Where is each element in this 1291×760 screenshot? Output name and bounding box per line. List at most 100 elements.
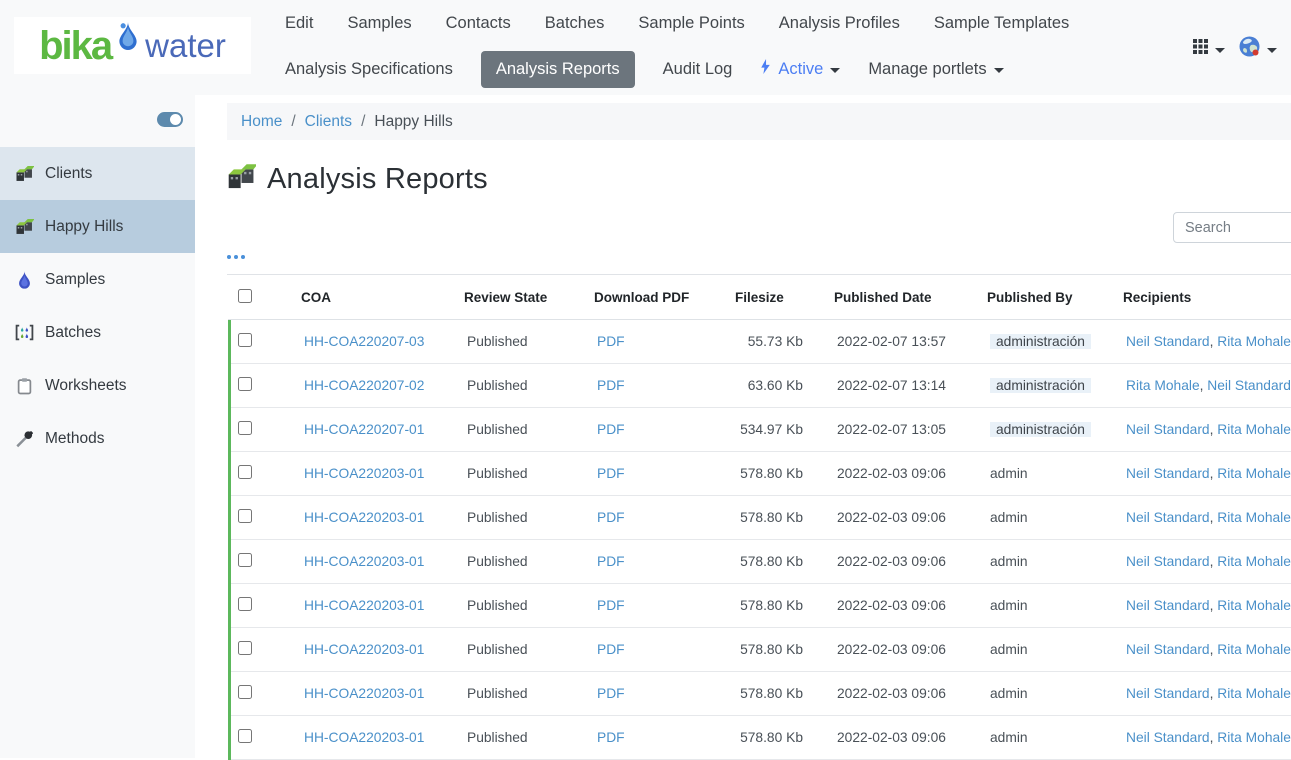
sidebar-item-label: Samples	[45, 271, 105, 289]
table-body: HH-COA220207-03 Published PDF 55.73 Kb 2022-…	[228, 320, 1291, 760]
filesize-cell: 578.80 Kb	[727, 466, 817, 481]
nav-item-analysis-reports[interactable]: Analysis Reports	[481, 51, 635, 88]
recipient-link[interactable]: Neil Standard	[1126, 334, 1210, 349]
row-checkbox[interactable]	[238, 729, 252, 743]
nav-item-audit-log[interactable]: Audit Log	[663, 60, 733, 79]
coa-link[interactable]: HH-COA220203-01	[304, 554, 424, 569]
nav-item-analysis-profiles[interactable]: Analysis Profiles	[779, 14, 900, 33]
sidebar-item-happy-hills[interactable]: Happy Hills	[0, 200, 195, 253]
recipient-link[interactable]: Neil Standard	[1126, 466, 1210, 481]
table-row: HH-COA220207-02PublishedPDF63.60 Kb2022-…	[231, 364, 1291, 408]
recipient-link[interactable]: Neil Standard	[1126, 510, 1210, 525]
coa-link[interactable]: HH-COA220203-01	[304, 730, 424, 745]
nav-item-batches[interactable]: Batches	[545, 14, 605, 33]
recipient-link[interactable]: Rita Mohale	[1217, 554, 1291, 569]
published-date-cell: 2022-02-03 09:06	[817, 466, 975, 481]
breadcrumb-home[interactable]: Home	[241, 113, 282, 131]
table-row: HH-COA220203-01PublishedPDF578.80 Kb2022…	[231, 716, 1291, 760]
download-pdf-cell: PDF	[586, 642, 727, 657]
recipient-link[interactable]: Rita Mohale	[1217, 598, 1291, 613]
sidebar-item-samples[interactable]: Samples	[0, 253, 195, 306]
coa-cell: HH-COA220203-01	[293, 466, 456, 481]
recipient-link[interactable]: Rita Mohale	[1126, 378, 1200, 393]
download-pdf-cell: PDF	[586, 686, 727, 701]
pdf-link[interactable]: PDF	[597, 466, 625, 481]
pdf-link[interactable]: PDF	[597, 642, 625, 657]
pdf-link[interactable]: PDF	[597, 422, 625, 437]
recipient-link[interactable]: Rita Mohale	[1217, 466, 1291, 481]
nav-item-samples[interactable]: Samples	[347, 14, 411, 33]
pdf-link[interactable]: PDF	[597, 334, 625, 349]
coa-link[interactable]: HH-COA220203-01	[304, 642, 424, 657]
apps-grid-menu[interactable]	[1193, 39, 1225, 59]
row-checkbox[interactable]	[238, 509, 252, 523]
download-pdf-cell: PDF	[586, 334, 727, 349]
nav-item-edit[interactable]: Edit	[285, 14, 313, 33]
nav-item-sample-points[interactable]: Sample Points	[638, 14, 744, 33]
coa-link[interactable]: HH-COA220207-02	[304, 378, 424, 393]
published-by-cell: admin	[975, 730, 1108, 745]
nav-item-manage-portlets[interactable]: Manage portlets	[868, 60, 1003, 79]
pdf-link[interactable]: PDF	[597, 554, 625, 569]
coa-link[interactable]: HH-COA220207-01	[304, 422, 424, 437]
recipients-cell: Neil Standard, Rita Mohale	[1108, 686, 1291, 701]
sidebar-item-batches[interactable]: Batches	[0, 306, 195, 359]
recipient-link[interactable]: Neil Standard	[1126, 598, 1210, 613]
recipient-link[interactable]: Neil Standard	[1126, 686, 1210, 701]
coa-cell: HH-COA220203-01	[293, 642, 456, 657]
row-checkbox[interactable]	[238, 465, 252, 479]
pdf-link[interactable]: PDF	[597, 686, 625, 701]
nav-item-sample-templates[interactable]: Sample Templates	[934, 14, 1069, 33]
coa-link[interactable]: HH-COA220203-01	[304, 686, 424, 701]
select-all-checkbox[interactable]	[238, 289, 252, 303]
recipient-link[interactable]: Rita Mohale	[1217, 686, 1291, 701]
row-checkbox[interactable]	[238, 553, 252, 567]
published-by-cell: admin	[975, 598, 1108, 613]
nav-item-active[interactable]: Active	[760, 59, 840, 79]
sidebar-collapse-toggle[interactable]	[157, 112, 183, 127]
recipient-link[interactable]: Rita Mohale	[1217, 730, 1291, 745]
table-row: HH-COA220207-03PublishedPDF55.73 Kb2022-…	[231, 320, 1291, 364]
recipient-link[interactable]: Neil Standard	[1126, 642, 1210, 657]
pdf-link[interactable]: PDF	[597, 730, 625, 745]
row-checkbox[interactable]	[238, 421, 252, 435]
recipient-link[interactable]: Neil Standard	[1126, 554, 1210, 569]
recipient-link[interactable]: Rita Mohale	[1217, 422, 1291, 437]
review-state-cell: Published	[456, 378, 586, 393]
breadcrumb-clients[interactable]: Clients	[305, 113, 352, 131]
pdf-link[interactable]: PDF	[597, 378, 625, 393]
row-checkbox[interactable]	[238, 333, 252, 347]
recipient-link[interactable]: Rita Mohale	[1217, 642, 1291, 657]
language-menu[interactable]	[1239, 36, 1277, 62]
coa-link[interactable]: HH-COA220203-01	[304, 598, 424, 613]
context-menu-ellipsis-icon[interactable]	[227, 255, 245, 259]
pdf-link[interactable]: PDF	[597, 598, 625, 613]
filesize-cell: 534.97 Kb	[727, 422, 817, 437]
coa-link[interactable]: HH-COA220203-01	[304, 466, 424, 481]
row-checkbox[interactable]	[238, 685, 252, 699]
recipient-link[interactable]: Neil Standard	[1207, 378, 1291, 393]
review-state-cell: Published	[456, 598, 586, 613]
row-checkbox[interactable]	[238, 377, 252, 391]
nav-item-analysis-specifications[interactable]: Analysis Specifications	[285, 60, 453, 79]
nav-item-contacts[interactable]: Contacts	[446, 14, 511, 33]
recipient-link[interactable]: Neil Standard	[1126, 422, 1210, 437]
bika-water-logo[interactable]: bika water	[14, 17, 251, 74]
row-checkbox[interactable]	[238, 597, 252, 611]
coa-link[interactable]: HH-COA220203-01	[304, 510, 424, 525]
search-input[interactable]	[1173, 212, 1291, 243]
recipient-link[interactable]: Neil Standard	[1126, 730, 1210, 745]
coa-cell: HH-COA220207-03	[293, 334, 456, 349]
row-checkbox[interactable]	[238, 641, 252, 655]
sidebar-items: ClientsHappy Hills Samples BatchesWorkshee…	[0, 147, 195, 465]
sidebar-item-methods[interactable]: Methods	[0, 412, 195, 465]
analysis-reports-icon	[227, 164, 256, 195]
filesize-cell: 55.73 Kb	[727, 334, 817, 349]
sidebar-item-worksheets[interactable]: Worksheets	[0, 359, 195, 412]
pdf-link[interactable]: PDF	[597, 510, 625, 525]
sidebar-item-clients[interactable]: Clients	[0, 147, 195, 200]
sample-drop-icon	[14, 271, 34, 289]
recipient-link[interactable]: Rita Mohale	[1217, 334, 1291, 349]
recipient-link[interactable]: Rita Mohale	[1217, 510, 1291, 525]
coa-link[interactable]: HH-COA220207-03	[304, 334, 424, 349]
